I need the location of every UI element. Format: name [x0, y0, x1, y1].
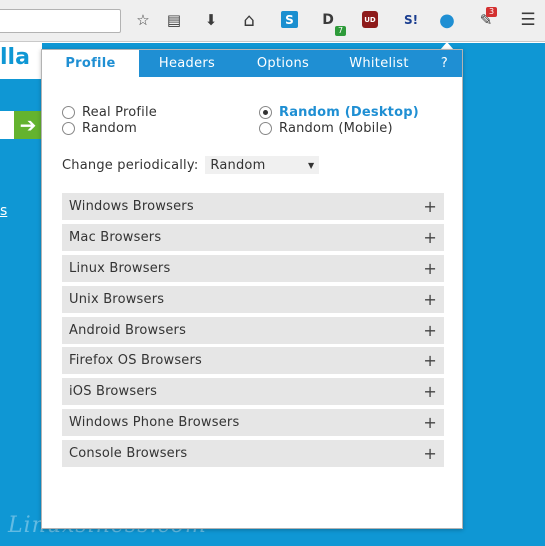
page-go-button[interactable]: ➔ — [14, 111, 42, 139]
tab-help[interactable]: ? — [427, 50, 462, 77]
expand-plus-icon[interactable]: + — [423, 444, 437, 463]
extension-d-badge: 7 — [335, 26, 347, 36]
radio-label: Real Profile — [82, 105, 157, 120]
reading-list-icon[interactable]: ▤ — [164, 10, 184, 30]
tab-headers[interactable]: Headers — [139, 50, 235, 77]
group-console-browsers[interactable]: Console Browsers + — [62, 440, 444, 468]
group-linux-browsers[interactable]: Linux Browsers + — [62, 254, 444, 282]
download-icon[interactable]: ⬇ — [201, 10, 221, 30]
home-icon[interactable]: ⌂ — [239, 10, 259, 31]
user-agent-switcher-icon[interactable]: ● — [437, 10, 457, 31]
caret-down-icon: ▼ — [308, 160, 315, 170]
page-search-input[interactable] — [0, 111, 14, 139]
radio-button[interactable] — [62, 122, 75, 135]
expand-plus-icon[interactable]: + — [423, 351, 437, 370]
menu-icon[interactable]: ☰ — [518, 10, 538, 30]
page-brand-fragment: lla — [0, 45, 30, 70]
radio-random[interactable]: Random — [62, 121, 137, 136]
group-firefox-os-browsers[interactable]: Firefox OS Browsers + — [62, 347, 444, 375]
browser-toolbar: ☆ ▤ ⬇ ⌂ S D 7 UD S! ● ✎ 3 ☰ — [0, 0, 545, 42]
expand-plus-icon[interactable]: + — [423, 197, 437, 216]
group-label: Linux Browsers — [69, 260, 171, 276]
page-link-fragment[interactable]: s — [0, 203, 7, 219]
popup-tabs: Profile Headers Options Whitelist ? — [42, 50, 462, 77]
ublock-icon[interactable]: UD — [362, 11, 378, 28]
radio-label: Random (Mobile) — [279, 121, 393, 136]
group-label: Windows Phone Browsers — [69, 415, 240, 431]
change-periodically-select[interactable]: Random ▼ — [205, 156, 320, 174]
expand-plus-icon[interactable]: + — [423, 259, 437, 278]
expand-plus-icon[interactable]: + — [423, 413, 437, 432]
group-label: Console Browsers — [69, 446, 188, 462]
group-label: Android Browsers — [69, 322, 187, 338]
radio-button[interactable] — [259, 122, 272, 135]
expand-plus-icon[interactable]: + — [423, 228, 437, 247]
group-label: Mac Browsers — [69, 229, 162, 245]
radio-random-desktop[interactable]: Random (Desktop) — [259, 105, 419, 120]
group-unix-browsers[interactable]: Unix Browsers + — [62, 285, 444, 313]
url-bar[interactable] — [0, 9, 121, 33]
expand-plus-icon[interactable]: + — [423, 382, 437, 401]
group-label: iOS Browsers — [69, 384, 158, 400]
group-ios-browsers[interactable]: iOS Browsers + — [62, 378, 444, 406]
bookmark-star-icon[interactable]: ☆ — [133, 10, 153, 30]
group-android-browsers[interactable]: Android Browsers + — [62, 316, 444, 344]
radio-label: Random (Desktop) — [279, 105, 419, 120]
tab-whitelist[interactable]: Whitelist — [331, 50, 427, 77]
group-label: Firefox OS Browsers — [69, 353, 203, 369]
radio-label: Random — [82, 121, 138, 136]
browser-groups: Windows Browsers + Mac Browsers + Linux Br… — [62, 193, 444, 471]
extension-sl-icon[interactable]: S! — [401, 10, 421, 30]
select-value: Random — [210, 157, 266, 173]
radio-real-profile[interactable]: Real Profile — [62, 105, 157, 120]
group-windows-browsers[interactable]: Windows Browsers + — [62, 193, 444, 220]
radio-button[interactable] — [62, 106, 75, 119]
expand-plus-icon[interactable]: + — [423, 290, 437, 309]
extension-s-icon[interactable]: S — [281, 11, 298, 28]
extension-hat-badge: 3 — [486, 7, 498, 17]
group-mac-browsers[interactable]: Mac Browsers + — [62, 223, 444, 251]
change-periodically-row: Change periodically: Random ▼ — [62, 156, 320, 174]
user-agent-switcher-popup: Profile Headers Options Whitelist ? Real… — [41, 49, 463, 529]
radio-random-mobile[interactable]: Random (Mobile) — [259, 121, 393, 136]
group-label: Windows Browsers — [69, 199, 194, 214]
arrow-right-icon: ➔ — [19, 113, 37, 137]
radio-button-checked[interactable] — [259, 106, 272, 119]
expand-plus-icon[interactable]: + — [423, 321, 437, 340]
tab-options[interactable]: Options — [235, 50, 331, 77]
tab-profile[interactable]: Profile — [42, 50, 139, 77]
group-label: Unix Browsers — [69, 291, 165, 307]
group-windows-phone-browsers[interactable]: Windows Phone Browsers + — [62, 409, 444, 437]
change-periodically-label: Change periodically: — [62, 157, 199, 173]
